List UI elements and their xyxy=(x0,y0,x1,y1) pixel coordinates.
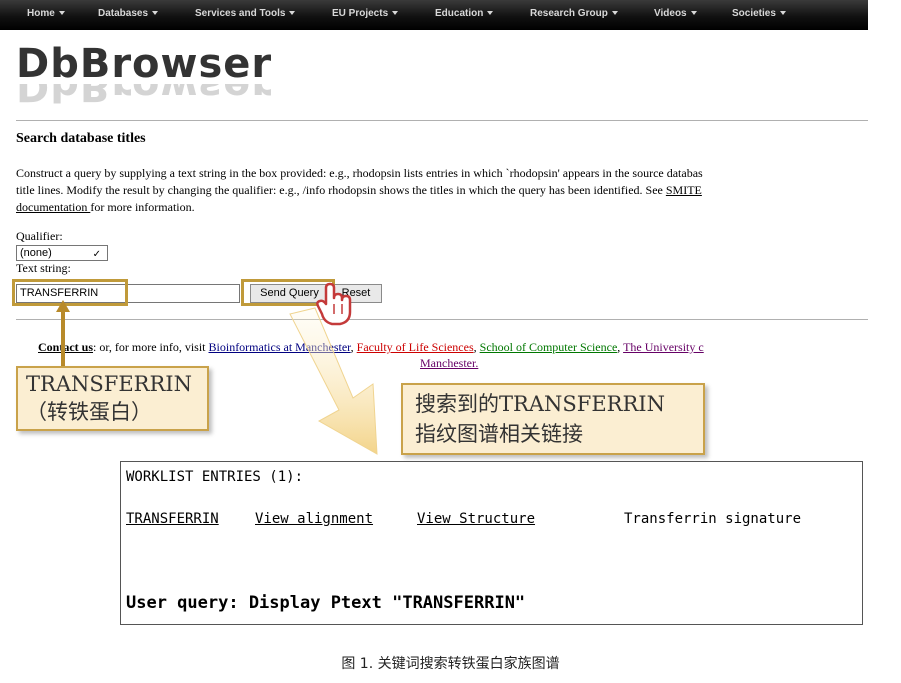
transferrin-entry-link[interactable]: TRANSFERRIN xyxy=(126,511,219,527)
dbbrowser-logo[interactable]: DbBrowser DbBrowser xyxy=(16,44,272,128)
nav-item-videos[interactable]: Videos xyxy=(654,8,697,19)
nav-label: Research Group xyxy=(530,8,608,19)
school-link[interactable]: School of Computer Science xyxy=(480,340,618,354)
hand-cursor-icon xyxy=(316,282,352,326)
pointer-arrow-icon xyxy=(289,307,378,455)
entry-description: Transferrin signature xyxy=(624,511,802,527)
worklist-header: WORKLIST ENTRIES (1): xyxy=(126,469,304,485)
logo-text: DbBrowser xyxy=(16,41,273,87)
view-structure-link[interactable]: View Structure xyxy=(417,511,535,527)
worklist-results-panel: WORKLIST ENTRIES (1): TRANSFERRIN View a… xyxy=(120,461,863,625)
result-callout: 搜索到的TRANSFERRIN 指纹图谱相关链接 xyxy=(401,383,705,455)
chevron-down-icon xyxy=(611,11,618,16)
divider xyxy=(16,120,868,121)
nav-item-home[interactable]: Home xyxy=(27,8,65,19)
chevron-down-icon xyxy=(289,11,296,16)
chevron-down-icon: ✓ xyxy=(92,249,101,260)
nav-item-research-group[interactable]: Research Group xyxy=(530,8,618,19)
divider xyxy=(16,319,868,320)
nav-item-education[interactable]: Education xyxy=(435,8,494,19)
transferrin-callout: TRANSFERRIN （转铁蛋白） xyxy=(16,366,209,431)
intro-line-1: Construct a query by supplying a text st… xyxy=(16,166,703,180)
nav-label: Databases xyxy=(98,8,149,19)
callout-left-line-1: TRANSFERRIN xyxy=(26,372,192,396)
nav-label: Videos xyxy=(654,8,687,19)
page-title: Search database titles xyxy=(16,131,146,146)
contact-text: : or, for more info, visit xyxy=(93,340,209,354)
input-highlight-box xyxy=(12,279,128,306)
chevron-down-icon xyxy=(690,11,697,16)
nav-item-databases[interactable]: Databases xyxy=(98,8,159,19)
intro-line-2: title lines. Modify the result by changi… xyxy=(16,182,868,199)
nav-label: EU Projects xyxy=(332,8,389,19)
callout-right-line-2: 指纹图谱相关链接 xyxy=(415,422,583,446)
nav-label: Services and Tools xyxy=(195,8,286,19)
logo-reflection: DbBrowser xyxy=(16,84,272,106)
callout-left-line-2: （转铁蛋白） xyxy=(26,400,152,424)
chevron-down-icon xyxy=(487,11,494,16)
chevron-down-icon xyxy=(152,11,159,16)
chevron-down-icon xyxy=(392,11,399,16)
qualifier-label: Qualifier: xyxy=(16,229,63,243)
qualifier-select[interactable]: (none) ✓ xyxy=(16,245,108,261)
top-nav-bar: Home Databases Services and Tools EU Pro… xyxy=(0,0,868,30)
user-query-text: User query: Display Ptext "TRANSFERRIN" xyxy=(126,593,526,613)
intro-line-3-text: for more information. xyxy=(90,200,195,214)
figure-caption: 图 1. 关键词搜索转铁蛋白家族图谱 xyxy=(341,656,560,672)
qualifier-value: (none) xyxy=(20,247,52,259)
text-string-label: Text string: xyxy=(16,261,71,275)
university-link[interactable]: The University c xyxy=(623,340,704,354)
nav-label: Education xyxy=(435,8,484,19)
university-link-continued[interactable]: Manchester. xyxy=(420,356,478,371)
nav-label: Societies xyxy=(732,8,776,19)
smite-link[interactable]: SMITE xyxy=(666,183,702,197)
nav-item-services[interactable]: Services and Tools xyxy=(195,8,296,19)
nav-item-eu-projects[interactable]: EU Projects xyxy=(332,8,399,19)
up-arrow-icon xyxy=(56,300,70,370)
view-alignment-link[interactable]: View alignment xyxy=(255,511,373,527)
intro-line-3: documentation for more information. xyxy=(16,199,868,216)
intro-text: Construct a query by supplying a text st… xyxy=(16,165,868,216)
chevron-down-icon xyxy=(779,11,786,16)
nav-item-societies[interactable]: Societies xyxy=(732,8,786,19)
chevron-down-icon xyxy=(58,11,65,16)
intro-line-2-text: title lines. Modify the result by changi… xyxy=(16,183,666,197)
nav-label: Home xyxy=(27,8,55,19)
documentation-link[interactable]: documentation xyxy=(16,200,90,214)
callout-right-line-1: 搜索到的TRANSFERRIN xyxy=(415,392,665,416)
